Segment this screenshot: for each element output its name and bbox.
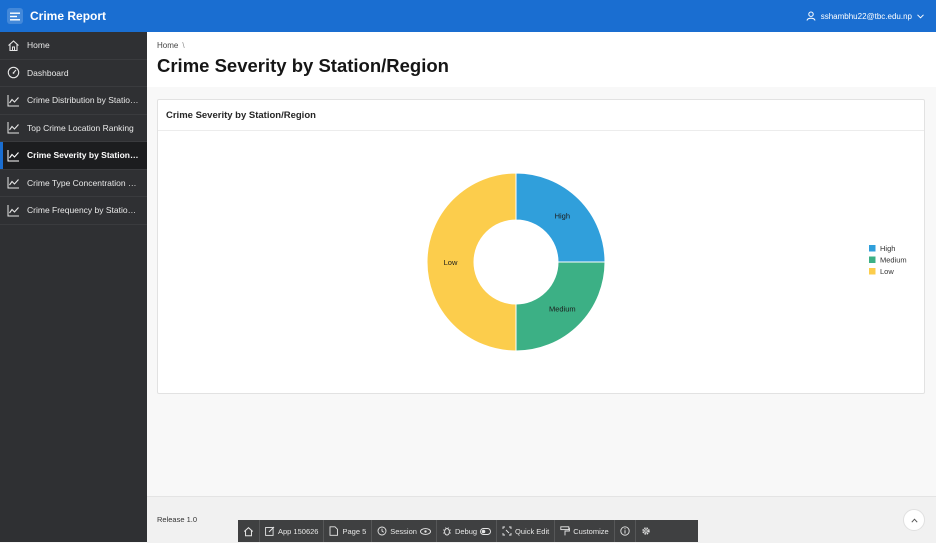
slice-label-low: Low bbox=[444, 258, 458, 267]
menu-toggle-button[interactable] bbox=[7, 8, 23, 24]
home-icon bbox=[243, 526, 254, 536]
release-label: Release 1.0 bbox=[157, 515, 198, 524]
quick-edit-icon bbox=[502, 526, 512, 536]
user-menu[interactable]: sshambhu22@tbc.edu.np bbox=[806, 0, 924, 32]
dev-customize-label: Customize bbox=[573, 526, 609, 536]
dev-page-label: Page 5 bbox=[342, 526, 367, 536]
dev-quick-edit-button[interactable]: Quick Edit bbox=[497, 520, 556, 542]
line-chart-icon bbox=[7, 204, 19, 217]
dev-app-button[interactable]: App 150626 bbox=[260, 520, 325, 542]
sidebar-item-crime-frequency[interactable]: Crime Frequency by Station/Region bbox=[0, 197, 147, 225]
page-title-bar: Home \ Crime Severity by Station/Region bbox=[147, 32, 936, 87]
breadcrumb-home-link[interactable]: Home bbox=[157, 41, 178, 50]
bug-icon bbox=[442, 527, 451, 536]
sidebar-item-label: Crime Frequency by Station/Region bbox=[27, 205, 140, 216]
legend-swatch bbox=[869, 245, 876, 252]
chevron-up-icon bbox=[910, 517, 918, 523]
chevron-down-icon bbox=[917, 13, 924, 19]
dev-home-button[interactable] bbox=[238, 520, 260, 542]
user-icon bbox=[806, 11, 816, 21]
sidebar-item-label: Crime Type Concentration by Location bbox=[27, 177, 140, 188]
legend-item-low[interactable]: Low bbox=[869, 267, 894, 276]
sidebar-item-label: Home bbox=[27, 40, 50, 51]
legend-label: Low bbox=[880, 267, 894, 276]
dashboard-icon bbox=[7, 67, 20, 79]
top-navigation-bar: Crime Report sshambhu22@tbc.edu.np bbox=[0, 0, 936, 32]
home-icon bbox=[8, 40, 19, 51]
legend-label: High bbox=[880, 244, 895, 253]
slice-label-medium: Medium bbox=[549, 304, 576, 313]
sidebar-item-crime-distribution[interactable]: Crime Distribution by Station/Region bbox=[0, 87, 147, 115]
dev-info-button[interactable] bbox=[615, 520, 636, 542]
line-chart-icon bbox=[7, 149, 19, 162]
main-content: Home \ Crime Severity by Station/Region C… bbox=[147, 32, 936, 543]
dev-app-label: App 150626 bbox=[278, 526, 319, 536]
sidebar-item-crime-type-concentration[interactable]: Crime Type Concentration by Location bbox=[0, 170, 147, 197]
breadcrumb: Home \ bbox=[157, 41, 185, 50]
sidebar-item-label: Crime Distribution by Station/Region bbox=[27, 95, 140, 106]
info-icon bbox=[620, 526, 630, 536]
dev-quick-edit-label: Quick Edit bbox=[515, 526, 550, 536]
user-name: sshambhu22@tbc.edu.np bbox=[820, 11, 912, 21]
dev-debug-label: Debug bbox=[454, 526, 478, 536]
page-edit-icon bbox=[330, 526, 339, 536]
view-icon bbox=[419, 527, 431, 535]
sidebar-item-crime-severity[interactable]: Crime Severity by Station/Region bbox=[0, 142, 147, 170]
legend-swatch bbox=[869, 256, 876, 263]
sidebar-item-dashboard[interactable]: Dashboard bbox=[0, 60, 147, 87]
sidebar-item-label: Crime Severity by Station/Region bbox=[27, 150, 140, 161]
sidebar-item-label: Top Crime Location Ranking bbox=[27, 122, 134, 133]
legend-item-medium[interactable]: Medium bbox=[869, 256, 907, 265]
toggle-icon bbox=[480, 527, 491, 535]
donut-chart: High Medium Low High Medium Low bbox=[426, 172, 907, 352]
dev-session-button[interactable]: Session bbox=[372, 520, 437, 542]
slice-label-high: High bbox=[555, 212, 570, 221]
app-title[interactable]: Crime Report bbox=[30, 9, 106, 23]
chart-region: Crime Severity by Station/Region High Med… bbox=[157, 99, 925, 394]
legend-swatch bbox=[869, 268, 876, 275]
session-icon bbox=[377, 526, 387, 536]
dev-session-label: Session bbox=[390, 526, 417, 536]
sidebar-navigation: Home Dashboard Crime Distribution by Sta… bbox=[0, 32, 147, 542]
developer-toolbar: App 150626 Page 5 Session Debug Quick Ed… bbox=[238, 520, 698, 542]
scroll-to-top-button[interactable] bbox=[903, 509, 925, 531]
line-chart-icon bbox=[7, 177, 19, 189]
page-title: Crime Severity by Station/Region bbox=[157, 55, 449, 76]
sidebar-item-top-crime-location[interactable]: Top Crime Location Ranking bbox=[0, 115, 147, 142]
sidebar-item-label: Dashboard bbox=[27, 67, 69, 78]
dev-customize-button[interactable]: Customize bbox=[555, 520, 615, 542]
line-chart-icon bbox=[7, 122, 19, 134]
sidebar-item-home[interactable]: Home bbox=[0, 32, 147, 60]
legend-item-high[interactable]: High bbox=[869, 244, 895, 253]
edit-icon bbox=[265, 526, 275, 536]
gear-icon bbox=[641, 527, 650, 535]
line-chart-icon bbox=[7, 94, 19, 107]
paint-roller-icon bbox=[560, 526, 571, 536]
dev-debug-button[interactable]: Debug bbox=[437, 520, 498, 542]
hamburger-icon bbox=[10, 12, 20, 20]
breadcrumb-separator: \ bbox=[182, 41, 185, 50]
donut-slice-low[interactable] bbox=[426, 172, 517, 352]
dev-settings-button[interactable] bbox=[636, 520, 656, 542]
dev-page-button[interactable]: Page 5 bbox=[324, 520, 373, 542]
legend-label: Medium bbox=[880, 256, 907, 265]
